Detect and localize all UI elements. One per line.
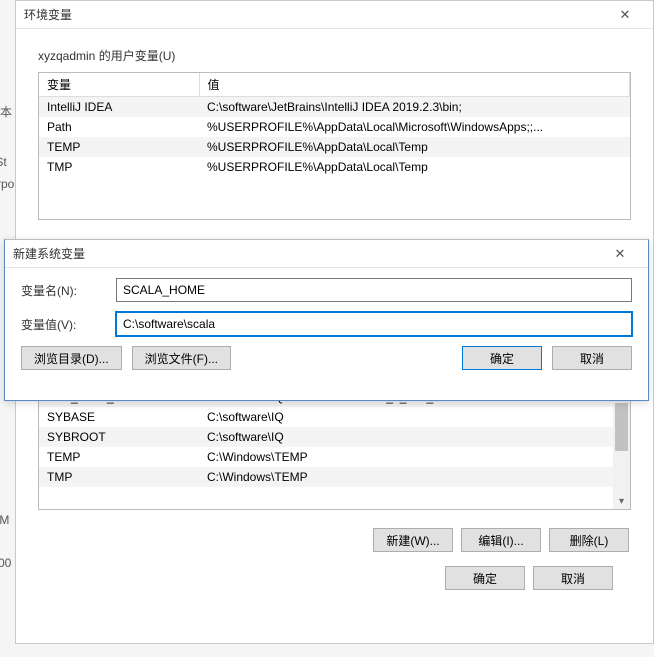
new-system-variable-dialog: 新建系统变量 ✕ 变量名(N): 变量值(V): 浏览目录(D)... 浏览文件…	[4, 239, 649, 401]
table-row[interactable]: Path%USERPROFILE%\AppData\Local\Microsof…	[39, 117, 630, 137]
table-row[interactable]: TEMPC:\Windows\TEMP	[39, 447, 630, 467]
user-vars-table[interactable]: 变量 值 IntelliJ IDEAC:\software\JetBrains\…	[38, 72, 631, 220]
new-var-titlebar: 新建系统变量 ✕	[5, 240, 648, 268]
user-vars-label: xyzqadmin 的用户变量(U)	[38, 47, 631, 64]
table-row[interactable]: TMP%USERPROFILE%\AppData\Local\Temp	[39, 157, 630, 177]
close-icon[interactable]: ✕	[605, 7, 645, 23]
col-header-variable[interactable]: 变量	[39, 73, 199, 97]
browse-file-button[interactable]: 浏览文件(F)...	[132, 346, 231, 370]
table-row[interactable]: SYBROOTC:\software\IQ	[39, 427, 630, 447]
env-dialog-titlebar: 环境变量 ✕	[16, 1, 653, 29]
env-ok-button[interactable]: 确定	[445, 566, 525, 590]
table-row[interactable]: IntelliJ IDEAC:\software\JetBrains\Intel…	[39, 97, 630, 118]
new-var-cancel-button[interactable]: 取消	[552, 346, 632, 370]
table-row[interactable]: TEMP%USERPROFILE%\AppData\Local\Temp	[39, 137, 630, 157]
scrollbar-thumb[interactable]	[615, 403, 628, 451]
var-name-label: 变量名(N):	[21, 282, 116, 299]
new-var-title: 新建系统变量	[13, 245, 600, 262]
delete-sys-var-button[interactable]: 删除(L)	[549, 528, 629, 552]
var-name-input[interactable]	[116, 278, 632, 302]
var-value-input[interactable]	[116, 312, 632, 336]
edit-sys-var-button[interactable]: 编辑(I)...	[461, 528, 541, 552]
new-sys-var-button[interactable]: 新建(W)...	[373, 528, 453, 552]
col-header-value[interactable]: 值	[199, 73, 630, 97]
table-row[interactable]: SYBASEC:\software\IQ	[39, 407, 630, 427]
close-icon[interactable]: ✕	[600, 246, 640, 262]
env-cancel-button[interactable]: 取消	[533, 566, 613, 590]
env-dialog-title: 环境变量	[24, 6, 605, 23]
var-value-label: 变量值(V):	[21, 316, 116, 333]
scroll-down-icon[interactable]: ▾	[613, 496, 630, 507]
browse-directory-button[interactable]: 浏览目录(D)...	[21, 346, 122, 370]
new-var-ok-button[interactable]: 确定	[462, 346, 542, 370]
table-row[interactable]: TMPC:\Windows\TEMP	[39, 467, 630, 487]
